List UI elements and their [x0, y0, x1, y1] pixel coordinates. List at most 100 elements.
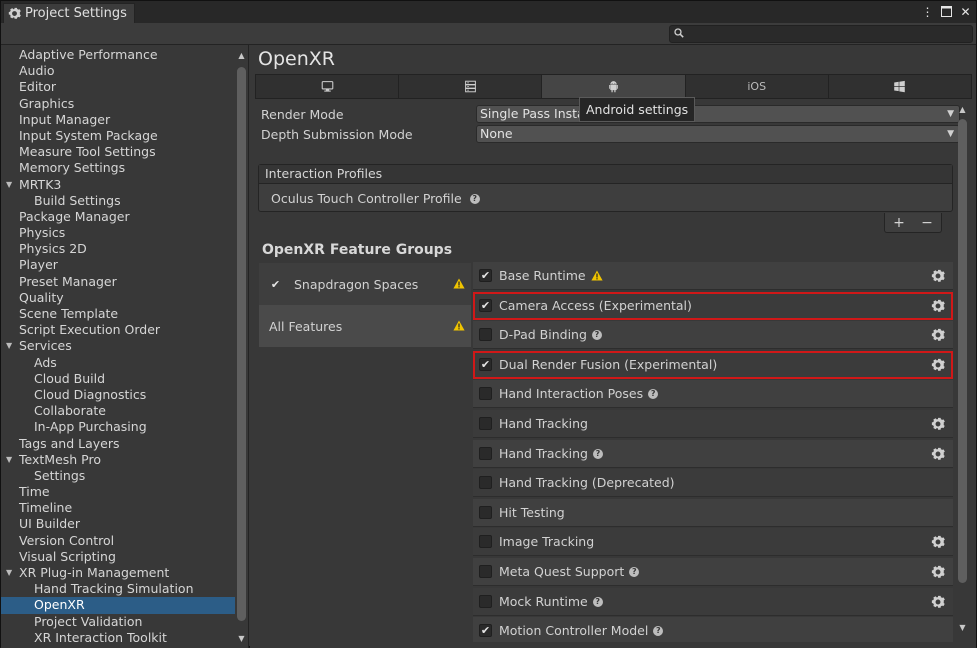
sidebar-item[interactable]: Cloud Diagnostics — [1, 387, 235, 403]
sidebar-item[interactable]: Settings — [1, 468, 235, 484]
sidebar-item[interactable]: Build Settings — [1, 193, 235, 209]
sidebar-item[interactable]: Version Control — [1, 533, 235, 549]
feature-checkbox[interactable] — [479, 447, 492, 460]
sidebar-item[interactable]: Physics — [1, 225, 235, 241]
sidebar-item[interactable]: XR Interaction Toolkit — [1, 630, 235, 646]
gear-icon[interactable] — [931, 447, 945, 461]
maximize-icon[interactable] — [940, 4, 953, 19]
sidebar-item[interactable]: Physics 2D — [1, 241, 235, 257]
tab-ios[interactable]: iOS — [684, 74, 828, 99]
sidebar-item[interactable]: Preset Manager — [1, 274, 235, 290]
help-icon[interactable]: ? — [629, 566, 640, 577]
sidebar-item[interactable]: Hand Tracking Simulation — [1, 581, 235, 597]
feature-row: Image Tracking — [473, 528, 953, 556]
tab-desktop[interactable] — [255, 74, 399, 99]
sidebar-item[interactable]: ▼ Services — [1, 338, 235, 354]
sidebar-item-label: Cloud Build — [34, 370, 106, 386]
sidebar-item[interactable]: Ads — [1, 355, 235, 371]
feature-checkbox[interactable] — [479, 328, 492, 341]
sidebar-item[interactable]: Audio — [1, 63, 235, 79]
sidebar-item[interactable]: Editor — [1, 79, 235, 95]
feature-checkbox[interactable]: ✔ — [479, 358, 492, 371]
gear-icon[interactable] — [931, 595, 945, 609]
gear-icon[interactable] — [931, 417, 945, 431]
expand-arrow-icon[interactable]: ▼ — [6, 177, 12, 193]
close-icon[interactable]: ✕ — [959, 4, 972, 19]
sidebar-item[interactable]: In-App Purchasing — [1, 419, 235, 435]
sidebar-item[interactable]: Measure Tool Settings — [1, 144, 235, 160]
feature-group-item[interactable]: All Features — [259, 305, 471, 347]
scroll-down-icon[interactable]: ▼ — [237, 634, 246, 644]
checkmark-icon[interactable]: ✔ — [269, 278, 282, 291]
feature-checkbox[interactable] — [479, 476, 492, 489]
sidebar-item[interactable]: Player — [1, 257, 235, 273]
tab-android[interactable] — [541, 74, 685, 99]
help-icon[interactable]: ? — [653, 625, 664, 636]
sidebar-item[interactable]: OpenXR — [1, 597, 235, 614]
main-scrollbar[interactable]: ▲ ▼ — [955, 101, 970, 637]
scroll-up-icon[interactable]: ▲ — [237, 51, 246, 61]
sidebar-item[interactable]: Visual Scripting — [1, 549, 235, 565]
render-mode-dropdown[interactable]: Single Pass Instanc ▼ — [476, 105, 960, 123]
scroll-up-icon[interactable]: ▲ — [958, 105, 967, 114]
add-profile-button[interactable]: + — [893, 215, 905, 231]
sidebar-item[interactable]: Input System Package — [1, 128, 235, 144]
help-icon[interactable]: ? — [469, 193, 480, 204]
sidebar-item[interactable]: Adaptive Performance — [1, 47, 235, 63]
sidebar-item[interactable]: ▼ XR Plug-in Management — [1, 565, 235, 581]
feature-checkbox[interactable]: ✔ — [479, 624, 492, 637]
scrollbar-thumb[interactable] — [237, 67, 246, 621]
sidebar-item[interactable]: ▼ MRTK3 — [1, 177, 235, 193]
sidebar-item[interactable]: Memory Settings — [1, 160, 235, 176]
gear-icon[interactable] — [931, 269, 945, 283]
sidebar-item[interactable]: Package Manager — [1, 209, 235, 225]
gear-icon[interactable] — [931, 358, 945, 372]
sidebar-item[interactable]: Project Validation — [1, 614, 235, 630]
sidebar-item[interactable]: Cloud Build — [1, 371, 235, 387]
feature-row: Meta Quest Support? — [473, 558, 953, 586]
expand-arrow-icon[interactable]: ▼ — [6, 565, 12, 581]
sidebar-item[interactable]: Collaborate — [1, 403, 235, 419]
help-icon[interactable]: ? — [648, 388, 659, 399]
sidebar-item[interactable]: Scene Template — [1, 306, 235, 322]
gear-icon[interactable] — [931, 328, 945, 342]
sidebar-item[interactable]: ▼ TextMesh Pro — [1, 452, 235, 468]
sidebar-scrollbar[interactable]: ▲ ▼ — [235, 49, 248, 647]
sidebar-item[interactable]: Time — [1, 484, 235, 500]
tab-server[interactable] — [398, 74, 542, 99]
project-settings-tab[interactable]: Project Settings — [3, 3, 135, 23]
settings-search[interactable] — [669, 25, 973, 43]
search-input[interactable] — [686, 26, 970, 42]
feature-checkbox[interactable] — [479, 506, 492, 519]
remove-profile-button[interactable]: − — [921, 215, 933, 231]
scroll-down-icon[interactable]: ▼ — [958, 623, 967, 632]
help-icon[interactable]: ? — [592, 448, 603, 459]
help-icon[interactable]: ? — [591, 329, 602, 340]
feature-checkbox[interactable] — [479, 535, 492, 548]
sidebar-item[interactable]: UI Builder — [1, 516, 235, 532]
expand-arrow-icon[interactable]: ▼ — [6, 452, 12, 468]
gear-icon[interactable] — [931, 299, 945, 313]
sidebar-item[interactable]: Script Execution Order — [1, 322, 235, 338]
scrollbar-thumb[interactable] — [958, 119, 967, 583]
feature-group-item[interactable]: ✔ Snapdragon Spaces — [259, 263, 471, 305]
feature-checkbox[interactable] — [479, 565, 492, 578]
gear-icon[interactable] — [931, 535, 945, 549]
feature-checkbox[interactable] — [479, 595, 492, 608]
interaction-profile-item[interactable]: Oculus Touch Controller Profile ? — [271, 191, 480, 206]
sidebar-item[interactable]: Input Manager — [1, 112, 235, 128]
feature-checkbox[interactable]: ✔ — [479, 269, 492, 282]
feature-checkbox[interactable]: ✔ — [479, 299, 492, 312]
expand-arrow-icon[interactable]: ▼ — [6, 338, 12, 354]
sidebar-item[interactable]: Timeline — [1, 500, 235, 516]
sidebar-item[interactable]: Graphics — [1, 96, 235, 112]
tab-windows[interactable] — [827, 74, 973, 99]
help-icon[interactable]: ? — [592, 596, 603, 607]
depth-submission-dropdown[interactable]: None ▼ — [476, 125, 960, 143]
sidebar-item[interactable]: Tags and Layers — [1, 436, 235, 452]
sidebar-item[interactable]: Quality — [1, 290, 235, 306]
gear-icon[interactable] — [931, 565, 945, 579]
more-options-icon[interactable]: ⋮ — [921, 4, 934, 19]
feature-checkbox[interactable] — [479, 387, 492, 400]
feature-checkbox[interactable] — [479, 417, 492, 430]
